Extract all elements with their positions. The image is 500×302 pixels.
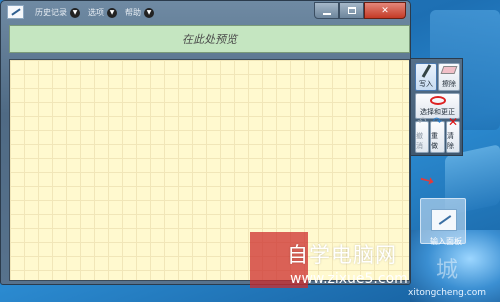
red-arrow-icon: ➘: [415, 167, 440, 194]
undo-icon: ↶: [417, 115, 427, 128]
watermark-domain: xitongcheng.com: [408, 288, 486, 298]
preview-placeholder: 在此处预览: [182, 33, 237, 46]
chevron-down-icon: ▼: [70, 7, 80, 18]
close-icon: ✕: [381, 5, 389, 16]
watermark-logo-glyph: 城: [436, 258, 459, 283]
write-label: 写入: [419, 80, 433, 88]
eraser-icon: [440, 66, 458, 74]
watermark-site-name: 自学电脑网: [287, 243, 397, 267]
desktop-icon-label: 输入面板: [430, 237, 462, 246]
tool-panel: 写入 擦除 选择和更正 ↶ 撤消 ↷ 重做 ✕ 清除: [411, 58, 463, 156]
watermark-url: www.zixue5.com: [290, 271, 408, 287]
close-button[interactable]: ✕: [364, 2, 406, 19]
pen-icon: [420, 64, 432, 77]
window-controls: ✕: [314, 2, 406, 20]
write-button[interactable]: 写入: [415, 63, 437, 91]
lasso-icon: [429, 96, 446, 105]
maximize-button[interactable]: [339, 2, 364, 19]
clear-label: 清除: [447, 132, 454, 150]
clear-button[interactable]: ✕ 清除: [446, 116, 460, 153]
erase-label: 擦除: [442, 80, 456, 88]
chevron-down-icon: ▼: [144, 7, 154, 18]
minimize-button[interactable]: [314, 2, 339, 19]
maximize-icon: [347, 7, 356, 14]
redo-label: 重做: [431, 132, 438, 150]
pen-tablet-icon: [431, 209, 457, 231]
minimize-icon: [322, 12, 331, 15]
redo-button[interactable]: ↷ 重做: [430, 116, 445, 153]
chevron-down-icon: ▼: [107, 7, 117, 18]
menu-help-label: 帮助: [125, 8, 141, 17]
menu-history-label: 历史记录: [35, 8, 67, 17]
menu-options[interactable]: 选项 ▼: [88, 6, 117, 19]
menu-help[interactable]: 帮助 ▼: [125, 6, 154, 19]
preview-area: 在此处预览: [9, 25, 410, 53]
undo-button[interactable]: ↶ 撤消: [415, 116, 429, 153]
erase-button[interactable]: 擦除: [438, 63, 460, 91]
menu-history[interactable]: 历史记录 ▼: [35, 6, 80, 19]
redo-icon: ↷: [432, 115, 443, 128]
menu-options-label: 选项: [88, 8, 104, 17]
undo-label: 撤消: [416, 132, 423, 150]
app-pen-icon: [7, 5, 24, 19]
title-bar: 历史记录 ▼ 选项 ▼ 帮助 ▼ ✕: [1, 1, 410, 23]
clear-x-icon: ✕: [448, 115, 459, 129]
